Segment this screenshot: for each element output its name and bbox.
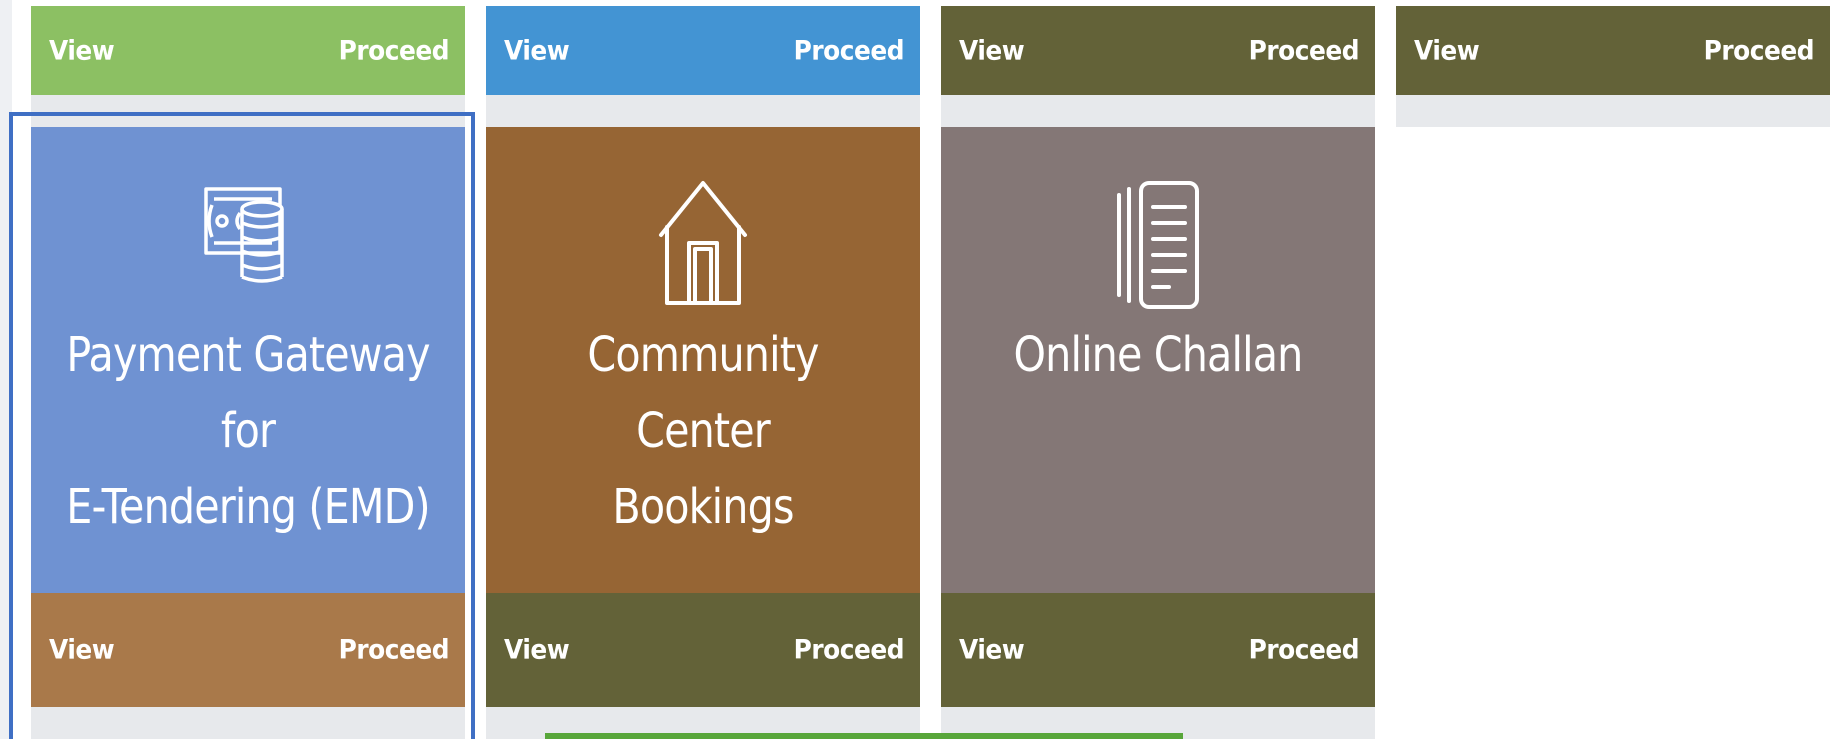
service-card-community-center[interactable]: Community Center Bookings View Proceed <box>486 127 920 739</box>
proceed-button[interactable]: Proceed <box>793 635 904 666</box>
card-under-bar <box>1396 95 1830 127</box>
service-title: Community Center Bookings <box>587 327 819 535</box>
house-icon <box>659 181 747 305</box>
view-button[interactable]: View <box>1414 35 1480 66</box>
service-title: Online Challan <box>1013 327 1304 383</box>
top-card-2: View Proceed <box>486 6 920 127</box>
proceed-button[interactable]: Proceed <box>1703 35 1814 66</box>
top-card-3: View Proceed <box>941 6 1375 127</box>
card-under-bar <box>31 95 465 127</box>
service-card-face[interactable]: Community Center Bookings <box>486 127 920 593</box>
left-scroll-edge <box>0 0 12 739</box>
proceed-button[interactable]: Proceed <box>793 35 904 66</box>
proceed-button[interactable]: Proceed <box>338 635 449 666</box>
service-title: Payment Gateway for E-Tendering (EMD) <box>66 327 430 535</box>
top-card-1: View Proceed <box>31 6 465 127</box>
bottom-action-button[interactable] <box>545 733 1183 739</box>
top-card-4: View Proceed <box>1396 6 1830 127</box>
view-button[interactable]: View <box>49 635 115 666</box>
card-under-bar <box>486 95 920 127</box>
services-page: View Proceed View Proceed View Proceed V… <box>0 0 1839 739</box>
proceed-button[interactable]: Proceed <box>338 35 449 66</box>
view-button[interactable]: View <box>959 635 1025 666</box>
money-coins-icon <box>204 187 284 283</box>
service-action-bar: View Proceed <box>31 593 465 707</box>
proceed-button[interactable]: Proceed <box>1248 35 1359 66</box>
service-card-face[interactable]: Payment Gateway for E-Tendering (EMD) <box>31 127 465 593</box>
card-under-bar <box>941 95 1375 127</box>
service-action-bar: View Proceed <box>941 593 1375 707</box>
service-card-face[interactable]: Online Challan <box>941 127 1375 593</box>
top-card-4-action-bar: View Proceed <box>1396 6 1830 95</box>
view-button[interactable]: View <box>49 35 115 66</box>
proceed-button[interactable]: Proceed <box>1248 635 1359 666</box>
document-icon <box>1117 181 1199 309</box>
top-card-3-action-bar: View Proceed <box>941 6 1375 95</box>
view-button[interactable]: View <box>504 635 570 666</box>
view-button[interactable]: View <box>959 35 1025 66</box>
view-button[interactable]: View <box>504 35 570 66</box>
service-card-online-challan[interactable]: Online Challan View Proceed <box>941 127 1375 739</box>
top-card-2-action-bar: View Proceed <box>486 6 920 95</box>
service-action-bar: View Proceed <box>486 593 920 707</box>
service-card-payment-gateway[interactable]: Payment Gateway for E-Tendering (EMD) Vi… <box>31 127 465 739</box>
card-under-bar <box>31 707 465 739</box>
top-card-1-action-bar: View Proceed <box>31 6 465 95</box>
